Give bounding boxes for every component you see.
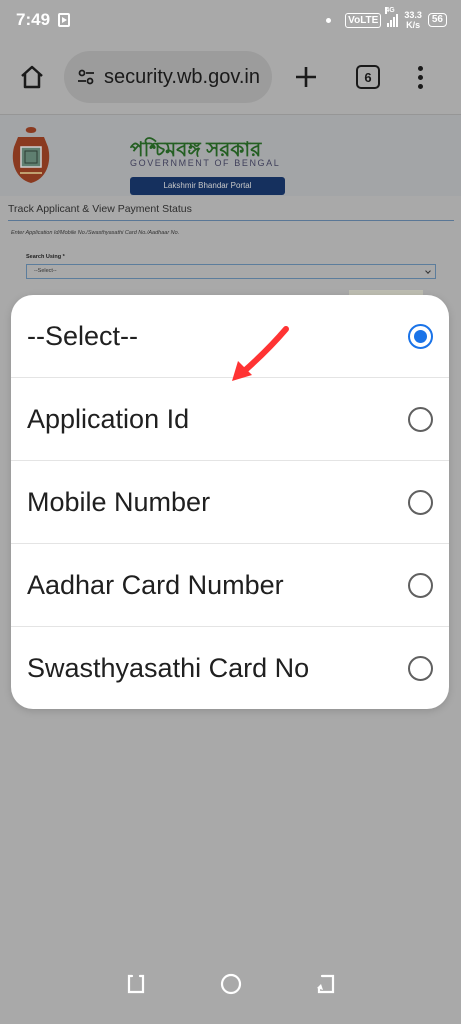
network-gen: 4G <box>385 7 395 14</box>
banner-subtitle: GOVERNMENT OF BENGAL <box>130 158 281 168</box>
back-icon <box>316 974 334 994</box>
network-speed: 33.3 K/s <box>404 10 422 30</box>
media-playing-icon <box>58 13 71 27</box>
home-nav-button[interactable] <box>219 972 243 996</box>
home-button[interactable] <box>14 59 50 95</box>
volte-badge: VoLTE <box>345 12 382 28</box>
signal-icon: 4G <box>385 7 399 27</box>
home-icon <box>21 65 43 89</box>
header-banner: পশ্চিমবঙ্গ সরকার GOVERNMENT OF BENGAL La… <box>0 114 461 196</box>
select-value: --Select-- <box>34 268 57 274</box>
plus-icon <box>296 67 316 87</box>
option-label: Mobile Number <box>27 486 211 517</box>
radio-selected-icon[interactable] <box>408 323 433 349</box>
site-settings-icon[interactable] <box>76 67 96 87</box>
address-bar[interactable]: security.wb.gov.in <box>64 51 272 103</box>
option-swasthyasathi-card-no[interactable]: Swasthyasathi Card No <box>11 627 449 709</box>
url-text: security.wb.gov.in <box>104 65 260 88</box>
option-label: Application Id <box>27 403 190 434</box>
option-application-id[interactable]: Application Id <box>11 378 449 461</box>
recents-icon <box>127 974 144 994</box>
divider <box>8 220 454 221</box>
status-time: 7:49 <box>16 10 51 29</box>
home-circle-icon <box>220 973 241 995</box>
search-using-select[interactable]: --Select-- <box>26 264 436 279</box>
search-using-label: Search Using * <box>26 254 65 260</box>
new-tab-button[interactable] <box>292 63 320 91</box>
network-speed-unit: K/s <box>406 20 421 30</box>
option-label: Swasthyasathi Card No <box>27 653 310 683</box>
enter-note: Enter Application Id/Mobile No./Swasthya… <box>11 230 180 236</box>
notification-dot-icon <box>326 17 332 23</box>
radio-icon[interactable] <box>408 656 433 681</box>
emblem-logo <box>12 127 50 183</box>
portal-label: Lakshmir Bhandar Portal <box>130 177 285 195</box>
option-label: Aadhar Card Number <box>27 569 284 600</box>
battery-icon: 56 <box>427 13 447 27</box>
page-title: Track Applicant & View Payment Status <box>8 203 192 215</box>
recents-button[interactable] <box>124 972 148 996</box>
annotation-arrow-icon <box>232 326 289 381</box>
option-mobile-number[interactable]: Mobile Number <box>11 461 449 544</box>
option-aadhar-card-number[interactable]: Aadhar Card Number <box>11 544 449 627</box>
browser-toolbar: security.wb.gov.in 6 <box>0 40 461 114</box>
back-button[interactable] <box>314 972 338 996</box>
chevron-down-icon <box>425 268 431 274</box>
tab-switcher-button[interactable]: 6 <box>356 65 380 89</box>
system-nav-bar <box>0 944 461 1024</box>
radio-icon[interactable] <box>408 489 433 515</box>
overflow-menu-icon[interactable] <box>418 65 423 89</box>
radio-icon[interactable] <box>408 406 433 432</box>
radio-icon[interactable] <box>408 572 433 598</box>
option-label: --Select-- <box>27 320 139 351</box>
network-speed-value: 33.3 <box>404 10 422 20</box>
status-bar: 7:49 VoLTE 4G 33.3 K/s 56 <box>0 0 461 40</box>
